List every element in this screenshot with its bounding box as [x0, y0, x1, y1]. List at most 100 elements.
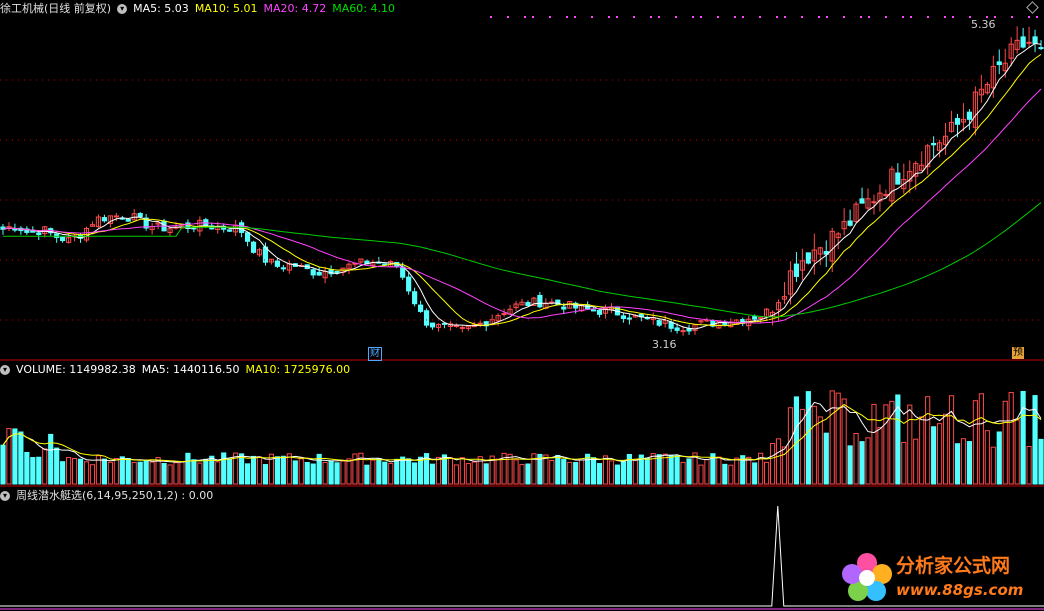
candle-body — [1038, 47, 1044, 50]
volume-bar — [298, 458, 304, 485]
candle-body — [113, 215, 119, 218]
volume-bar — [775, 438, 782, 485]
volume-bar — [89, 464, 96, 485]
volume-bar — [137, 461, 143, 485]
volume-bar — [400, 456, 406, 485]
candle-body — [561, 306, 567, 310]
volume-bar — [66, 457, 72, 485]
candle-body — [477, 322, 483, 325]
volume-bar — [274, 456, 280, 485]
signal-dot — [700, 16, 702, 18]
volume-bar — [931, 426, 937, 485]
price-panel — [0, 16, 1044, 336]
volume-bar — [1014, 419, 1020, 485]
signal-dot — [658, 16, 660, 18]
volume-bar — [674, 455, 680, 485]
signal-dot — [818, 16, 820, 18]
signal-dot — [549, 16, 551, 18]
candle-body — [596, 309, 603, 315]
volume-bar — [764, 461, 770, 485]
signal-dot — [902, 16, 904, 18]
volume-bar — [113, 457, 119, 485]
volume-bar — [352, 453, 358, 485]
volume-bar — [561, 459, 567, 485]
volume-bar — [453, 464, 459, 485]
volume-bar — [77, 458, 84, 485]
volume-bar — [161, 463, 167, 485]
volume-bar — [429, 463, 436, 485]
candle-body — [12, 228, 18, 231]
volume-bar — [716, 456, 722, 485]
volume-bar — [406, 458, 412, 485]
flower-icon — [842, 553, 892, 601]
volume-bar — [847, 445, 853, 485]
candle-body — [537, 294, 543, 308]
signal-dot — [927, 16, 929, 18]
vol-ma10-label: MA10: 1725976.00 — [245, 363, 351, 376]
volume-bar — [18, 431, 24, 485]
volume-bar — [984, 430, 990, 485]
volume-bar — [447, 457, 453, 485]
signal-dot — [490, 16, 492, 18]
volume-bar — [937, 423, 943, 485]
volume-bar — [662, 453, 668, 485]
financial-report-badge[interactable]: 财 — [368, 347, 382, 361]
chevron-down-icon[interactable]: ▾ — [0, 491, 10, 501]
candle-body — [805, 252, 811, 264]
indicator-formula: 周线潜水艇选(6,14,95,250,1,2) : 0.00 — [16, 489, 214, 502]
volume-bar — [680, 461, 686, 485]
signal-dot — [633, 16, 635, 18]
volume-bar — [626, 453, 632, 485]
stock-title: 徐工机械(日线 前复权) — [0, 2, 112, 15]
candle-body — [54, 233, 60, 238]
volume-bar — [996, 431, 1002, 485]
volume-bar — [394, 458, 400, 485]
volume-bar — [227, 458, 233, 485]
volume-bar — [36, 456, 42, 485]
candle-body — [101, 217, 107, 222]
signal-dot — [843, 16, 845, 18]
chevron-down-icon[interactable]: ▾ — [117, 4, 128, 14]
signal-dot — [868, 16, 870, 18]
volume-bar — [334, 462, 340, 485]
volume-bar — [173, 462, 179, 485]
volume-bar — [417, 456, 424, 485]
signal-dot — [692, 16, 694, 18]
volume-bar — [495, 458, 501, 485]
volume-bar — [1008, 392, 1014, 485]
volume-bar — [376, 458, 382, 485]
volume-bar — [143, 460, 149, 485]
volume-bar — [942, 413, 949, 485]
signal-dot — [734, 16, 736, 18]
high-price-label: 5.36 — [971, 18, 996, 31]
ma5-label: MA5: 5.03 — [133, 2, 189, 15]
volume-bar — [101, 458, 107, 485]
candle-body — [656, 319, 662, 326]
candle-body — [36, 232, 42, 235]
volume-bar — [543, 454, 549, 485]
volume-bar — [197, 462, 203, 485]
volume-bar — [644, 457, 650, 485]
signal-dot — [507, 16, 509, 18]
forecast-badge[interactable]: 预 — [1012, 347, 1024, 359]
candle-body — [674, 327, 680, 331]
volume-bar — [573, 461, 579, 485]
volume-bar — [913, 438, 919, 485]
volume-bar — [322, 461, 328, 485]
candle-body — [1032, 36, 1038, 44]
volume-bar — [734, 457, 740, 485]
volume-bar — [787, 407, 794, 485]
volume-bar — [596, 463, 603, 485]
watermark-logo: 分析家公式网 www.88gs.com — [838, 549, 1038, 607]
volume-bar — [877, 427, 883, 485]
volume-bar — [221, 452, 227, 485]
volume-bar — [1020, 390, 1026, 485]
volume-bar — [519, 463, 525, 485]
volume-bar — [149, 461, 155, 485]
volume-bar — [30, 457, 36, 485]
volume-bar — [203, 458, 209, 485]
candle-body — [60, 236, 66, 242]
chevron-down-icon[interactable]: ▾ — [0, 365, 10, 375]
volume-bar — [919, 416, 925, 485]
volume-bar — [925, 396, 931, 485]
